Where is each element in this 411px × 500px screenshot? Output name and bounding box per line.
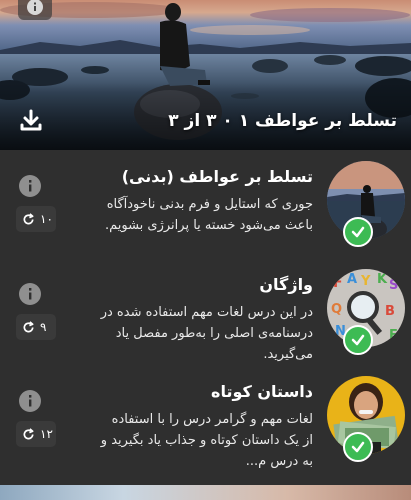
- svg-text:F: F: [333, 275, 343, 291]
- next-section-preview: [0, 485, 411, 500]
- repeat-counter: ۹: [16, 314, 56, 340]
- info-icon: [29, 180, 32, 192]
- lesson-title: تسلط بر عواطف (بدنی): [121, 167, 313, 186]
- lesson-item-vocabulary[interactable]: F A Y K S Q B N E واژگان در این درس لغات…: [0, 258, 411, 368]
- hero-title: تسلط بر عواطف ۱ ۰ ۳ از ۳: [168, 111, 397, 131]
- lesson-description: در این درس لغات مهم استفاده شده در درسنا…: [100, 305, 313, 362]
- info-icon: [29, 395, 32, 407]
- svg-text:E: E: [389, 328, 398, 343]
- lesson-list: تسلط بر عواطف (بدنی) جوری که استایل و فر…: [0, 150, 411, 485]
- lesson-title: واژگان: [259, 275, 313, 294]
- refresh-icon: [23, 320, 34, 332]
- lesson-description: لغات مهم و گرامر درس را با استفاده از یک…: [100, 412, 313, 469]
- download-button[interactable]: [17, 108, 45, 134]
- lesson-item-short-story[interactable]: داستان کوتاه لغات مهم و گرامر درس را با …: [0, 365, 411, 475]
- svg-text:Y: Y: [360, 274, 371, 289]
- repeat-counter: ۱۰: [16, 206, 56, 232]
- refresh-icon: [23, 212, 34, 224]
- hero-banner: تسلط بر عواطف ۱ ۰ ۳ از ۳: [0, 0, 411, 150]
- completed-check-icon: [343, 432, 373, 462]
- info-icon: [29, 288, 32, 300]
- completed-check-icon: [343, 325, 373, 355]
- lesson-info-button[interactable]: [19, 390, 41, 412]
- repeat-count: ۱۰: [40, 212, 53, 226]
- svg-text:S: S: [389, 278, 398, 293]
- info-icon: [27, 0, 43, 15]
- svg-text:B: B: [385, 304, 395, 319]
- lesson-item-emotions[interactable]: تسلط بر عواطف (بدنی) جوری که استایل و فر…: [0, 150, 411, 260]
- refresh-icon: [23, 427, 34, 439]
- lesson-info-button[interactable]: [19, 283, 41, 305]
- svg-text:Q: Q: [331, 302, 342, 317]
- lesson-description: جوری که استایل و فرم بدنی ناخودآگاه باعث…: [104, 197, 313, 233]
- lesson-info-button[interactable]: [19, 175, 41, 197]
- repeat-count: ۹: [40, 320, 47, 334]
- svg-text:K: K: [377, 272, 388, 287]
- repeat-counter: ۱۲: [16, 421, 56, 447]
- repeat-count: ۱۲: [40, 427, 53, 441]
- hero-info-button[interactable]: [18, 0, 52, 20]
- svg-text:A: A: [347, 272, 357, 287]
- lesson-title: داستان کوتاه: [211, 382, 313, 401]
- download-icon: [20, 109, 42, 131]
- completed-check-icon: [343, 217, 373, 247]
